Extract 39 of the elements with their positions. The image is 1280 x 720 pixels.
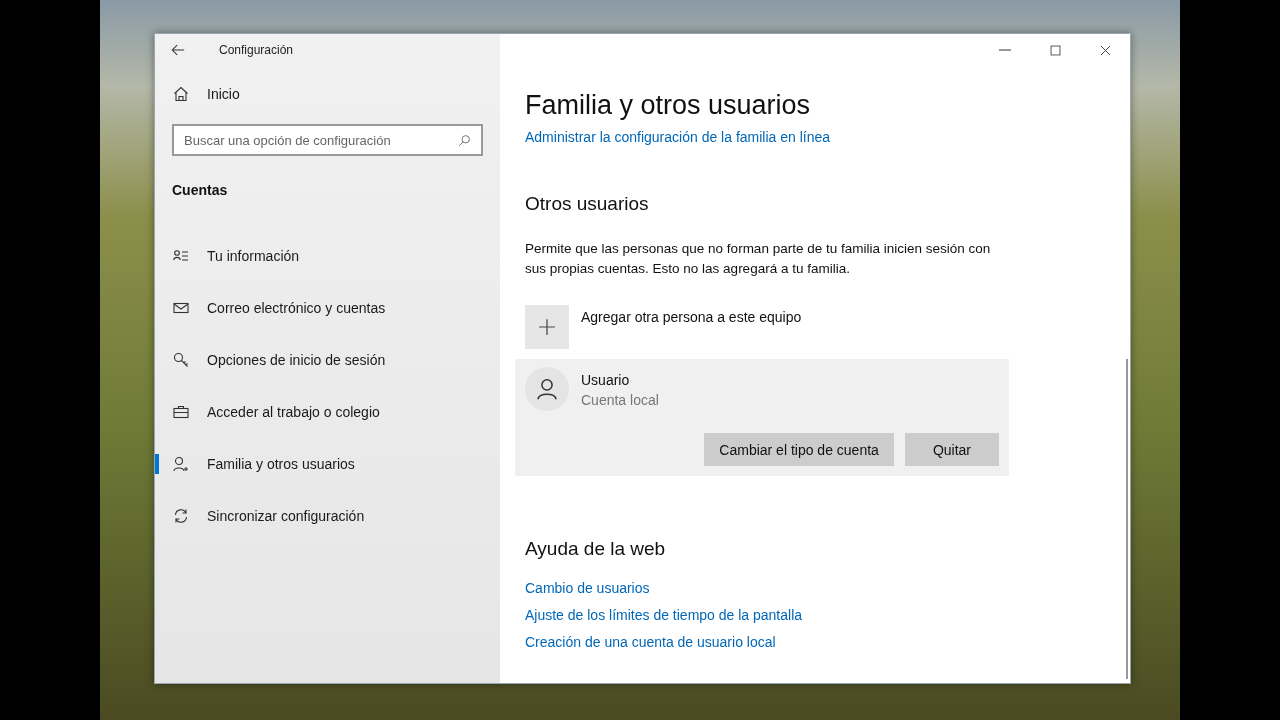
scrollbar[interactable] xyxy=(1126,359,1128,679)
help-link[interactable]: Cambio de usuarios xyxy=(525,580,650,596)
plus-icon xyxy=(538,318,556,336)
section-heading: Otros usuarios xyxy=(525,193,649,215)
search-field[interactable]: Buscar una opción de configuración xyxy=(172,124,483,156)
help-link[interactable]: Creación de una cuenta de usuario local xyxy=(525,634,776,650)
add-person-button[interactable] xyxy=(525,305,569,349)
nav-item[interactable]: Acceder al trabajo o colegio xyxy=(155,386,500,438)
nav-item[interactable]: Opciones de inicio de sesión xyxy=(155,334,500,386)
minimize-icon xyxy=(999,49,1011,51)
nav-item[interactable]: Tu información xyxy=(155,230,500,282)
nav-item[interactable]: Sincronizar configuración xyxy=(155,490,500,542)
person-add-icon xyxy=(173,456,189,472)
section-heading: Ayuda de la web xyxy=(525,538,666,560)
change-account-type-button[interactable]: Cambiar el tipo de cuenta xyxy=(704,433,894,466)
back-arrow-icon xyxy=(171,43,185,57)
avatar-icon xyxy=(525,367,569,411)
maximize-icon xyxy=(1048,43,1062,57)
home-link[interactable]: Inicio xyxy=(155,70,500,118)
description-text: Permite que las personas que no forman parte de tu familia inicien sesión con sus propias cuentas. Esto no las agregará a tu familia. xyxy=(525,240,992,278)
help-link[interactable]: Ajuste de los límites de tiempo de la pantalla xyxy=(525,607,803,623)
envelope-icon xyxy=(173,300,189,316)
family-settings-link[interactable]: Administrar la configuración de la familia en línea xyxy=(525,129,831,145)
remove-button[interactable]: Quitar xyxy=(904,433,999,466)
user-card[interactable]: Usuario Cuenta local Cambiar el tipo de cuenta Quitar xyxy=(515,359,1009,476)
section-heading: Cuentas xyxy=(172,182,229,198)
key-icon xyxy=(173,352,189,368)
window-title: Configuración xyxy=(219,43,294,57)
user-name: Usuario xyxy=(581,372,631,388)
close-icon xyxy=(1098,43,1112,57)
briefcase-icon xyxy=(173,404,189,420)
nav-item[interactable]: Familia y otros usuarios xyxy=(155,438,500,490)
list-person-icon xyxy=(173,248,189,264)
add-person-label[interactable]: Agregar otra persona a este equipo xyxy=(581,309,802,325)
sync-icon xyxy=(173,508,189,524)
page-title: Familia y otros usuarios xyxy=(525,90,811,121)
nav-item[interactable]: Correo electrónico y cuentas xyxy=(155,282,500,334)
home-icon xyxy=(173,86,189,102)
account-type: Cuenta local xyxy=(581,392,659,408)
